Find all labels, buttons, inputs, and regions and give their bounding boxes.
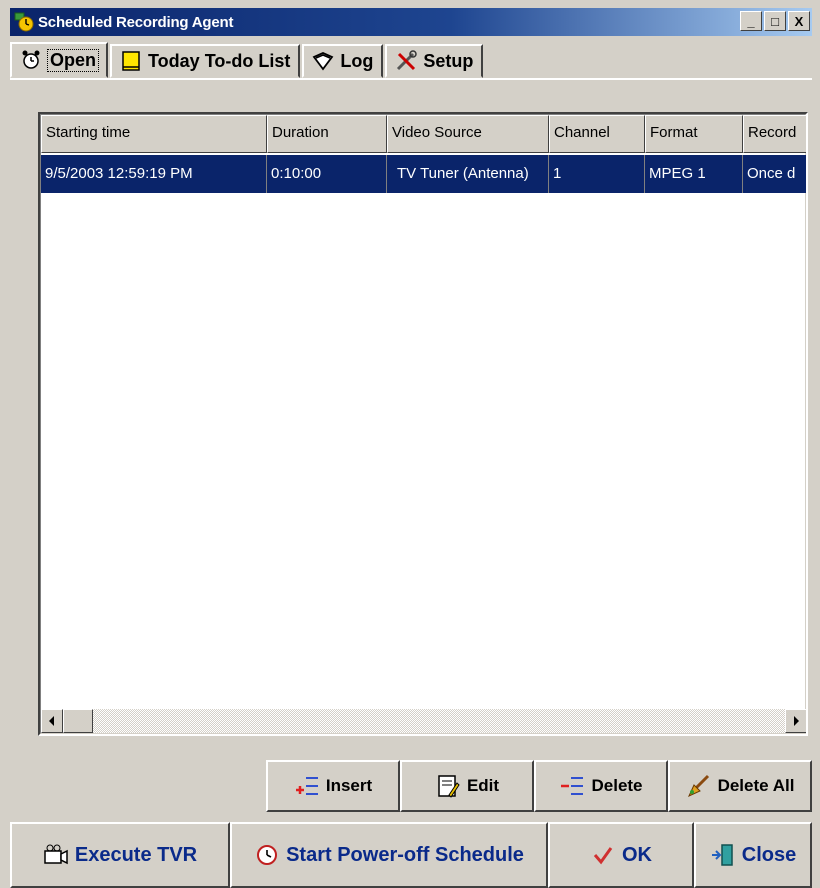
insert-button-label: Insert (325, 776, 373, 795)
main-window: Scheduled Recording Agent _ □ X Open Tod… (0, 0, 820, 888)
schedule-list-frame: Starting time Duration Video Source Chan… (40, 114, 806, 734)
tab-log[interactable]: Log (302, 44, 384, 78)
horizontal-scrollbar[interactable] (41, 709, 806, 733)
app-recorder-icon (14, 12, 34, 32)
arrow-right-icon (794, 716, 799, 726)
column-header-video-source[interactable]: Video Source (387, 115, 549, 153)
tab-today-todo-label: Today To-do List (148, 50, 291, 71)
maximize-button[interactable]: □ (764, 11, 786, 31)
cell-format: MPEG 1 (645, 155, 743, 193)
notepad-icon (120, 50, 142, 72)
insert-row-icon (294, 773, 320, 799)
column-header-duration[interactable]: Duration (267, 115, 387, 153)
insert-button[interactable]: Insert (266, 760, 400, 812)
ok-button[interactable]: OK (548, 822, 694, 888)
cell-record: Once d (743, 155, 806, 193)
close-button-label: Close (741, 843, 797, 866)
scroll-left-button[interactable] (41, 709, 63, 733)
title-bar[interactable]: Scheduled Recording Agent _ □ X (10, 8, 812, 36)
start-power-off-schedule-label: Start Power-off Schedule (286, 843, 524, 866)
tab-setup-label: Setup (423, 50, 474, 71)
tab-open[interactable]: Open (10, 42, 109, 78)
tab-today-todo[interactable]: Today To-do List (110, 44, 301, 78)
tab-log-label: Log (340, 50, 374, 71)
scroll-thumb[interactable] (63, 709, 93, 733)
column-header-record[interactable]: Record (743, 115, 806, 153)
start-power-off-schedule-button[interactable]: Start Power-off Schedule (230, 822, 548, 888)
close-button[interactable]: Close (694, 822, 812, 888)
delete-all-button-label: Delete All (717, 776, 795, 795)
tv-recorder-icon (43, 842, 69, 868)
tab-setup[interactable]: Setup (385, 44, 484, 78)
broom-icon (686, 773, 712, 799)
close-window-button[interactable]: X (788, 11, 810, 31)
column-header-starting-time[interactable]: Starting time (41, 115, 267, 153)
execute-tvr-button[interactable]: Execute TVR (10, 822, 230, 888)
minimize-button[interactable]: _ (740, 11, 762, 31)
scroll-track[interactable] (93, 709, 785, 733)
column-header-format[interactable]: Format (645, 115, 743, 153)
delete-row-icon (559, 773, 585, 799)
execute-tvr-label: Execute TVR (74, 843, 198, 866)
book-icon (312, 50, 334, 72)
list-header: Starting time Duration Video Source Chan… (41, 115, 806, 153)
window-title: Scheduled Recording Agent (38, 13, 234, 31)
schedule-list[interactable]: Starting time Duration Video Source Chan… (38, 112, 808, 736)
checkmark-icon (590, 842, 616, 868)
delete-all-button[interactable]: Delete All (668, 760, 812, 812)
column-header-channel[interactable]: Channel (549, 115, 645, 153)
edit-button-label: Edit (466, 776, 500, 795)
delete-button-label: Delete (591, 776, 643, 795)
edit-document-icon (435, 773, 461, 799)
cell-duration: 0:10:00 (267, 155, 387, 193)
tab-strip: Open Today To-do List Log Setup (10, 42, 485, 78)
tools-icon (395, 50, 418, 72)
delete-button[interactable]: Delete (534, 760, 668, 812)
table-row[interactable]: 9/5/2003 12:59:19 PM 0:10:00 TV Tuner (A… (41, 155, 806, 193)
scroll-right-button[interactable] (785, 709, 806, 733)
window-controls: _ □ X (740, 11, 810, 31)
ok-button-label: OK (622, 843, 652, 866)
tab-open-label: Open (46, 48, 100, 72)
cell-channel: 1 (549, 155, 645, 193)
cell-video-source: TV Tuner (Antenna) (387, 155, 549, 193)
edit-button[interactable]: Edit (400, 760, 534, 812)
cell-starting-time: 9/5/2003 12:59:19 PM (41, 155, 267, 193)
exit-door-icon (710, 842, 736, 868)
alarm-clock-icon (20, 49, 42, 71)
arrow-left-icon (49, 716, 54, 726)
clock-icon (254, 842, 280, 868)
